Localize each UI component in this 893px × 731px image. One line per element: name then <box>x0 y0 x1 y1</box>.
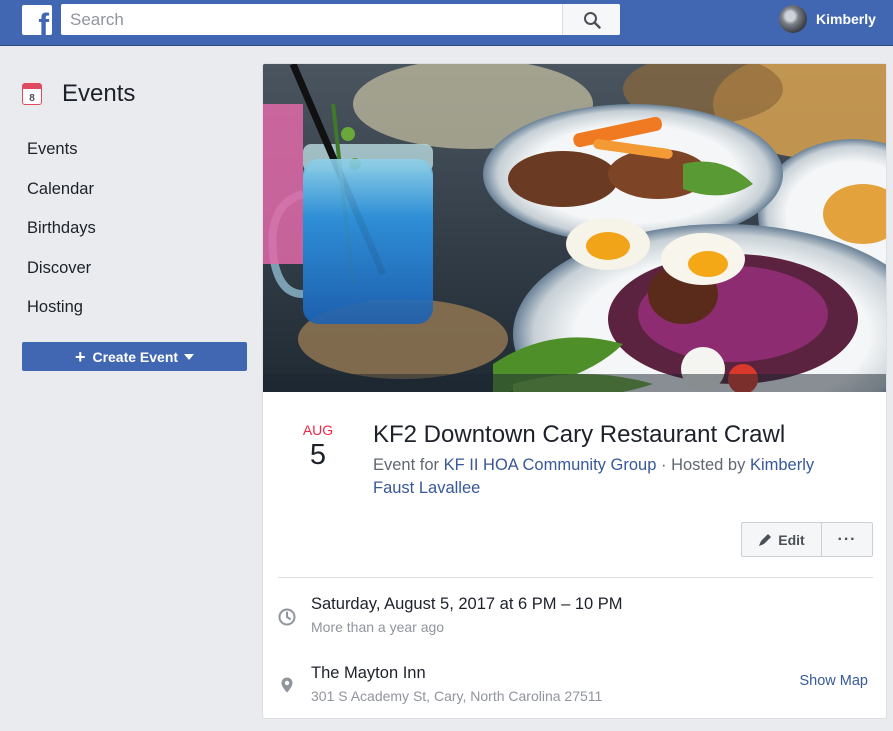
event-month: AUG <box>302 422 334 438</box>
profile-link[interactable]: Kimberly <box>779 4 876 34</box>
clock-icon <box>278 608 296 626</box>
search-icon <box>583 11 601 29</box>
top-navigation-bar: f Kimberly <box>0 0 893 46</box>
group-link[interactable]: KF II HOA Community Group <box>444 456 657 474</box>
location-pin-icon <box>281 677 293 693</box>
sidebar-item-events[interactable]: Events <box>22 130 247 170</box>
calendar-icon: 8 <box>22 83 42 105</box>
event-relative-time: More than a year ago <box>311 619 445 635</box>
pencil-icon <box>759 533 772 546</box>
event-datetime: Saturday, August 5, 2017 at 6 PM – 10 PM <box>311 595 623 613</box>
edit-button[interactable]: Edit <box>742 523 822 556</box>
event-subtitle: Event for KF II HOA Community Group · Ho… <box>373 454 853 500</box>
sidebar-item-birthdays[interactable]: Birthdays <box>22 209 247 249</box>
sidebar-header: 8 Events <box>22 78 247 110</box>
sidebar-menu: Events Calendar Birthdays Discover Hosti… <box>22 130 247 328</box>
event-day: 5 <box>309 439 327 471</box>
create-event-button[interactable]: + Create Event <box>22 342 247 371</box>
event-location-row: The Mayton Inn 301 S Academy St, Cary, N… <box>278 661 873 711</box>
food-photo-illustration <box>263 64 886 392</box>
create-event-label: Create Event <box>92 348 179 365</box>
avatar <box>779 5 807 33</box>
plus-icon: + <box>74 346 86 367</box>
profile-name: Kimberly <box>816 11 876 27</box>
venue-address: 301 S Academy St, Cary, North Carolina 2… <box>311 688 603 704</box>
event-date-block: AUG 5 <box>287 422 349 472</box>
more-options-icon: ··· <box>837 530 857 548</box>
search-input[interactable] <box>61 4 561 35</box>
facebook-logo-letter: f <box>38 7 49 35</box>
separator-dot: · <box>660 456 667 474</box>
sidebar-item-discover[interactable]: Discover <box>22 249 247 289</box>
sidebar-item-calendar[interactable]: Calendar <box>22 170 247 210</box>
left-sidebar: 8 Events Events Calendar Birthdays Disco… <box>22 78 247 328</box>
event-title: KF2 Downtown Cary Restaurant Crawl <box>373 421 786 448</box>
show-map-link[interactable]: Show Map <box>799 673 868 689</box>
event-time-row: Saturday, August 5, 2017 at 6 PM – 10 PM… <box>278 592 873 642</box>
hosted-by-prefix: Hosted by <box>671 456 746 474</box>
venue-name[interactable]: The Mayton Inn <box>311 664 426 683</box>
event-actions: Edit ··· <box>741 522 873 557</box>
calendar-icon-day: 8 <box>29 93 35 104</box>
sidebar-item-hosting[interactable]: Hosting <box>22 288 247 328</box>
edit-label: Edit <box>778 531 805 548</box>
event-cover-photo[interactable] <box>263 64 886 392</box>
event-card: AUG 5 KF2 Downtown Cary Restaurant Crawl… <box>262 63 887 719</box>
event-for-prefix: Event for <box>373 456 440 474</box>
more-options-button[interactable]: ··· <box>822 523 872 556</box>
facebook-logo-icon[interactable]: f <box>22 5 52 35</box>
caret-down-icon <box>184 353 195 360</box>
search-box <box>61 4 620 35</box>
divider <box>278 577 873 578</box>
sidebar-title: Events <box>62 80 136 107</box>
search-button[interactable] <box>562 4 620 35</box>
